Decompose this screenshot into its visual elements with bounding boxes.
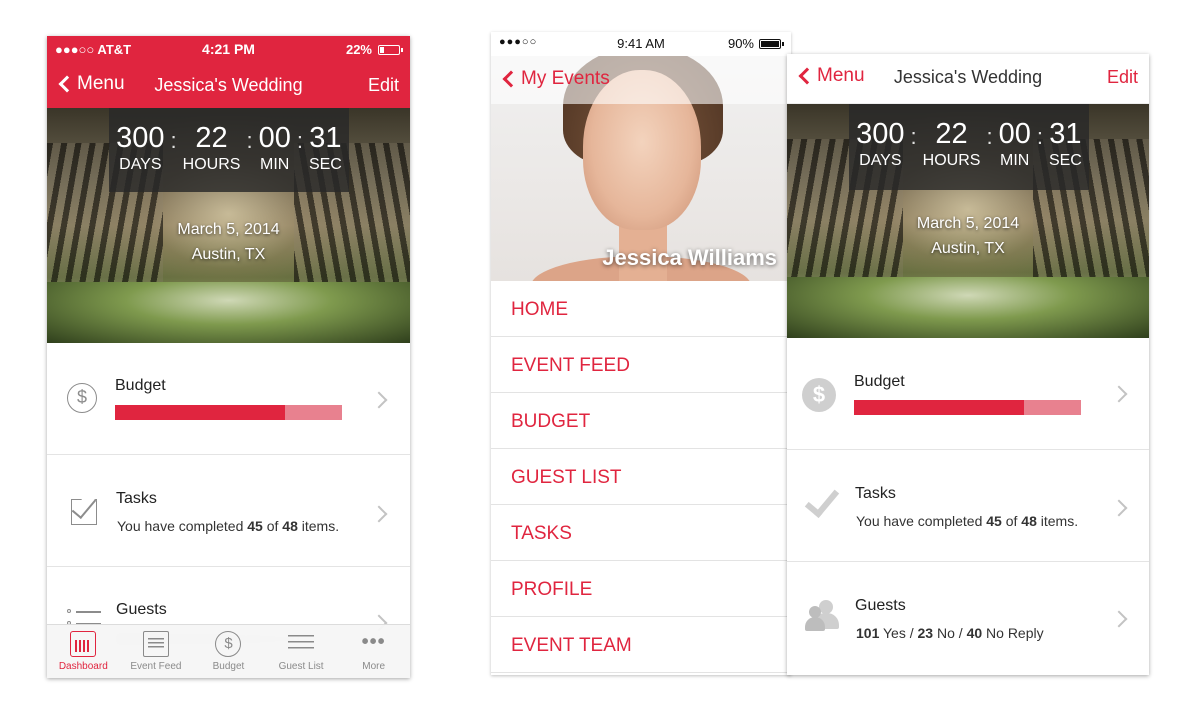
tasks-summary: You have completed 45 of 48 items.: [117, 518, 340, 534]
budget-card[interactable]: $ Budget: [47, 343, 410, 455]
tab-more[interactable]: ••• More: [337, 625, 410, 678]
tab-bar: Dashboard Event Feed $ Budget Guest List…: [47, 624, 410, 678]
countdown-minutes-label: MIN: [1000, 152, 1030, 169]
people-icon: [805, 600, 839, 634]
tasks-card[interactable]: Tasks You have completed 45 of 48 items.: [787, 450, 1149, 562]
guests-rsvp-summary: 101 Yes / 23 No / 40 No Reply: [856, 625, 1044, 641]
side-menu: HOME EVENT FEED BUDGET GUEST LIST TASKS …: [491, 281, 791, 673]
edit-button[interactable]: Edit: [368, 75, 399, 96]
dollar-icon: $: [802, 378, 836, 412]
event-hero-image: 300 DAYS : 22 HOURS : 00 MIN : 31 SEC March …: [47, 108, 410, 343]
menu-item-guest-list[interactable]: GUEST LIST: [491, 449, 791, 505]
phone-dashboard-white: Menu Jessica's Wedding Edit 300 DAYS : 22…: [787, 54, 1149, 675]
menu-item-profile[interactable]: PROFILE: [491, 561, 791, 617]
profile-header-photo: My Events Jessica Williams: [491, 56, 791, 281]
tasks-card[interactable]: Tasks You have completed 45 of 48 items.: [47, 455, 410, 567]
navigation-bar: Menu Jessica's Wedding Edit: [787, 54, 1149, 104]
tasks-title: Tasks: [116, 490, 157, 507]
countdown-hours: 22: [935, 118, 968, 150]
countdown-minutes: 00: [258, 122, 291, 154]
chevron-right-icon: [370, 391, 388, 409]
phone-dashboard-red: ●●●○○ AT&T 4:21 PM 22% Menu Jessica's We…: [47, 36, 410, 678]
event-hero-image: 300 DAYS : 22 HOURS : 00 MIN : 31 SEC March …: [787, 104, 1149, 338]
tasks-title: Tasks: [855, 485, 896, 502]
page-title: Jessica's Wedding: [893, 67, 1043, 87]
battery-percent: 90%: [727, 36, 754, 51]
list-icon: [288, 631, 315, 657]
countdown-seconds-label: SEC: [308, 156, 342, 173]
tab-guest-list[interactable]: Guest List: [265, 625, 338, 678]
chevron-left-icon: [502, 70, 520, 88]
budget-card[interactable]: $ Budget: [787, 338, 1149, 450]
battery-icon: [759, 38, 784, 49]
countdown-seconds: 31: [309, 122, 342, 154]
edit-button[interactable]: Edit: [1107, 67, 1138, 88]
status-bar: ●●●○○ AT&T 4:21 PM 22%: [47, 36, 410, 62]
budget-title: Budget: [115, 377, 166, 394]
countdown-days: 300: [856, 118, 905, 150]
phone-side-menu: ●●●○○ 9:41 AM 90% My Events Jessica Will…: [491, 32, 791, 675]
budget-progress-bar: [115, 405, 342, 420]
countdown-hours-label: HOURS: [182, 156, 241, 173]
tasks-summary: You have completed 45 of 48 items.: [856, 513, 1079, 529]
countdown-hours-label: HOURS: [922, 152, 981, 169]
chevron-right-icon: [1110, 499, 1128, 517]
menu-item-event-feed[interactable]: EVENT FEED: [491, 337, 791, 393]
countdown-timer: 300 DAYS : 22 HOURS : 00 MIN : 31 SEC: [849, 104, 1089, 190]
tab-budget[interactable]: $ Budget: [192, 625, 265, 678]
countdown-days-label: DAYS: [119, 156, 162, 173]
event-location: Austin, TX: [931, 239, 1005, 257]
menu-item-home[interactable]: HOME: [491, 281, 791, 337]
chevron-right-icon: [1110, 385, 1128, 403]
menu-item-budget[interactable]: BUDGET: [491, 393, 791, 449]
guests-title: Guests: [855, 597, 906, 614]
menu-item-event-team[interactable]: EVENT TEAM: [491, 617, 791, 673]
guests-title: Guests: [116, 601, 167, 618]
status-bar: ●●●○○ 9:41 AM 90%: [491, 32, 791, 56]
countdown-days-label: DAYS: [859, 152, 902, 169]
dashboard-icon: [70, 631, 97, 657]
budget-progress-bar: [854, 400, 1081, 415]
countdown-minutes: 00: [998, 118, 1031, 150]
page-title: Jessica's Wedding: [154, 75, 303, 95]
countdown-days: 300: [116, 122, 165, 154]
event-date: March 5, 2014: [177, 221, 280, 238]
profile-name: Jessica Williams: [602, 245, 777, 270]
countdown-timer: 300 DAYS : 22 HOURS : 00 MIN : 31 SEC: [109, 108, 349, 192]
chevron-right-icon: [1110, 610, 1128, 628]
tab-event-feed[interactable]: Event Feed: [120, 625, 193, 678]
event-date: March 5, 2014: [916, 215, 1020, 232]
tab-dashboard[interactable]: Dashboard: [47, 625, 120, 678]
budget-title: Budget: [854, 373, 905, 390]
chevron-right-icon: [370, 505, 388, 523]
my-events-back-button[interactable]: My Events: [501, 68, 610, 90]
event-location: Austin, TX: [191, 245, 266, 263]
dollar-icon: $: [215, 631, 242, 657]
navigation-bar: My Events: [491, 56, 791, 104]
checkmark-icon: [803, 490, 837, 516]
checkbox-icon: [71, 499, 97, 525]
countdown-minutes-label: MIN: [260, 156, 290, 173]
dollar-icon: $: [67, 383, 97, 413]
navigation-bar: Menu Jessica's Wedding Edit: [47, 62, 410, 108]
feed-icon: [142, 631, 169, 657]
countdown-seconds-label: SEC: [1048, 152, 1082, 169]
countdown-hours: 22: [195, 122, 228, 154]
more-icon: •••: [361, 631, 386, 653]
countdown-seconds: 31: [1049, 118, 1082, 150]
guests-card[interactable]: Guests 101 Yes / 23 No / 40 No Reply: [787, 562, 1149, 675]
back-button-label: My Events: [521, 68, 610, 89]
battery-percent: 22%: [345, 42, 372, 57]
menu-item-tasks[interactable]: TASKS: [491, 505, 791, 561]
battery-icon: [378, 44, 403, 55]
